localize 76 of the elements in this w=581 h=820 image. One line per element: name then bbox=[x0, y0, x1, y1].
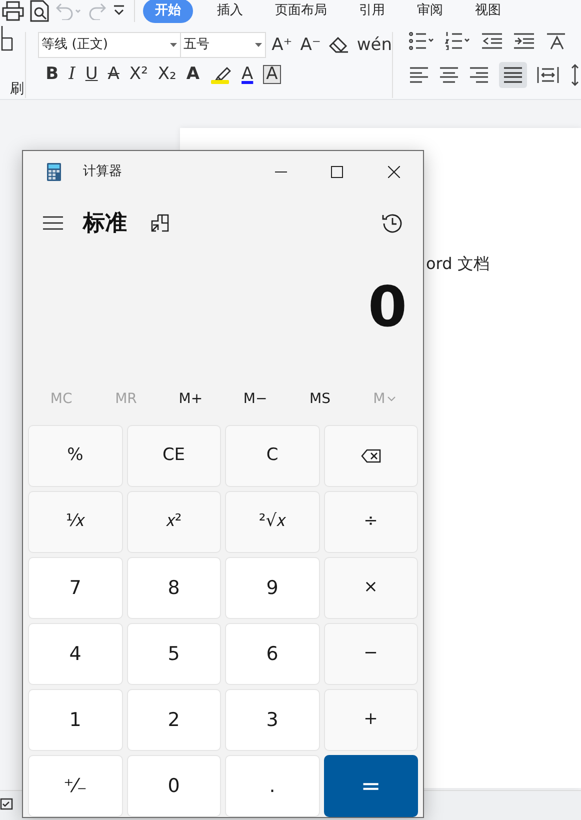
eraser-icon[interactable] bbox=[328, 37, 349, 53]
calculator-key[interactable]: + bbox=[324, 689, 418, 751]
bullet-list-icon[interactable] bbox=[409, 32, 435, 50]
ribbon-tab[interactable]: 视图 bbox=[463, 0, 513, 23]
numbered-list-icon[interactable] bbox=[445, 32, 471, 50]
format-button[interactable]: X₂ bbox=[158, 66, 176, 82]
minimize-icon bbox=[275, 171, 287, 173]
calculator-key[interactable]: 0 bbox=[126, 755, 221, 817]
calculator-key[interactable]: 9 bbox=[225, 557, 320, 619]
mode-title: 标准 bbox=[83, 210, 127, 238]
format-button[interactable]: X² bbox=[129, 66, 148, 82]
calculator-key[interactable]: CE bbox=[126, 425, 221, 487]
calculator-key[interactable]: 7 bbox=[28, 557, 122, 619]
ribbon-tab[interactable]: 页面布局 bbox=[263, 0, 339, 23]
caret-icon bbox=[170, 43, 177, 47]
format-button[interactable]: A bbox=[263, 64, 281, 84]
format-button[interactable]: B bbox=[46, 66, 59, 82]
calculator-key[interactable]: 6 bbox=[225, 623, 320, 685]
calculator-key[interactable]: 8 bbox=[126, 557, 221, 619]
calculator-icon bbox=[47, 163, 61, 181]
format-button[interactable]: A⁺ bbox=[272, 36, 292, 54]
calculator-key[interactable]: 1 bbox=[28, 689, 122, 751]
font-size-dropdown[interactable]: 五号 bbox=[180, 32, 266, 58]
format-button[interactable]: I bbox=[68, 66, 76, 82]
calculator-key[interactable]: . bbox=[225, 755, 320, 817]
format-button[interactable]: A bbox=[108, 66, 120, 82]
calculator-key[interactable]: 𝑥² bbox=[126, 491, 221, 553]
print-preview-icon[interactable] bbox=[30, 0, 50, 22]
increase-indent-icon[interactable] bbox=[513, 33, 535, 49]
calculator-key[interactable]: 5 bbox=[126, 623, 221, 685]
distributed-icon[interactable] bbox=[537, 66, 559, 84]
justify-button[interactable] bbox=[499, 62, 527, 88]
calculator-key[interactable]: 4 bbox=[28, 623, 122, 685]
display-value: 0 bbox=[368, 280, 407, 336]
menu-icon[interactable] bbox=[43, 216, 63, 230]
font-dropdown[interactable]: 等线 (正文) bbox=[38, 32, 181, 58]
ribbon-tab[interactable]: 引用 bbox=[347, 0, 397, 23]
calculator-key[interactable]: C bbox=[225, 425, 320, 487]
calculator-key[interactable]: % bbox=[28, 425, 122, 487]
document-text: ord 文档 bbox=[426, 253, 490, 275]
memory-button[interactable]: MS bbox=[288, 388, 352, 410]
calculator-key[interactable]: = bbox=[324, 755, 418, 817]
keep-on-top-icon[interactable] bbox=[151, 214, 170, 232]
format-button[interactable]: A bbox=[186, 66, 200, 82]
format-button[interactable]: wén bbox=[356, 36, 392, 54]
memory-button[interactable]: M+ bbox=[158, 388, 223, 410]
maximize-icon bbox=[331, 166, 343, 178]
format-button[interactable]: A⁻ bbox=[300, 36, 321, 54]
backspace-icon bbox=[360, 449, 381, 463]
ribbon-tab[interactable]: 审阅 bbox=[405, 0, 455, 23]
align-right-icon[interactable] bbox=[469, 67, 489, 83]
dropdown-icon[interactable] bbox=[112, 4, 126, 18]
ribbon-tab[interactable]: 插入 bbox=[205, 0, 255, 23]
calculator-key[interactable]: ²√𝑥 bbox=[225, 491, 320, 553]
format-painter-label[interactable]: 刷 bbox=[10, 82, 25, 96]
calculator-key[interactable]: × bbox=[324, 557, 418, 619]
memory-button[interactable]: M− bbox=[222, 388, 288, 410]
format-button[interactable]: A bbox=[242, 66, 254, 82]
align-center-icon[interactable] bbox=[439, 67, 459, 83]
history-icon[interactable] bbox=[382, 212, 403, 234]
calculator-key[interactable]: − bbox=[324, 623, 418, 685]
calculator-key[interactable]: 2 bbox=[126, 689, 221, 751]
printer-icon[interactable] bbox=[2, 1, 24, 21]
calculator-key[interactable]: ÷ bbox=[324, 491, 418, 553]
align-left-icon[interactable] bbox=[409, 67, 429, 83]
calculator-key[interactable]: 3 bbox=[225, 689, 320, 751]
line-spacing-icon[interactable] bbox=[569, 64, 581, 86]
window-title: 计算器 bbox=[83, 163, 122, 182]
calculator-key[interactable]: ⁺⁄₋ bbox=[28, 755, 122, 817]
decrease-indent-icon[interactable] bbox=[481, 33, 503, 49]
calculator-key[interactable]: ¹⁄𝑥 bbox=[28, 491, 122, 553]
justify-icon bbox=[503, 67, 523, 83]
caret-icon bbox=[254, 43, 262, 47]
close-icon bbox=[388, 166, 400, 178]
chevron-down-icon bbox=[387, 396, 396, 402]
format-button[interactable]: U bbox=[85, 66, 98, 82]
